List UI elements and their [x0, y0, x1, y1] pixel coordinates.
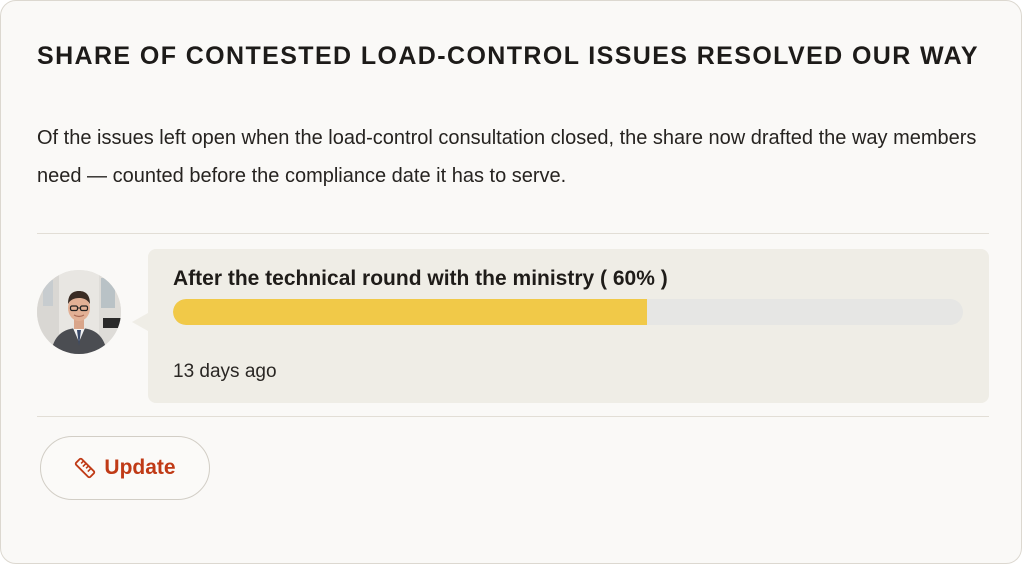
- timestamp: 13 days ago: [173, 361, 277, 382]
- update-button-label: Update: [104, 456, 176, 479]
- card-description: Of the issues left open when the load-co…: [37, 127, 977, 187]
- update-entry: After the technical round with the minis…: [148, 249, 989, 403]
- bubble-tail: [132, 313, 148, 331]
- update-button[interactable]: Update: [40, 436, 210, 500]
- progress-card: SHARE OF CONTESTED LOAD-CONTROL ISSUES R…: [0, 0, 1022, 564]
- divider: [37, 416, 989, 417]
- progress-bar: [173, 299, 963, 325]
- divider: [37, 233, 989, 234]
- avatar: [37, 270, 121, 354]
- person-photo-icon: [37, 270, 121, 354]
- card-title: SHARE OF CONTESTED LOAD-CONTROL ISSUES R…: [37, 42, 979, 70]
- ruler-icon: [74, 457, 96, 479]
- progress-fill: [173, 299, 647, 325]
- progress-label: After the technical round with the minis…: [173, 267, 668, 290]
